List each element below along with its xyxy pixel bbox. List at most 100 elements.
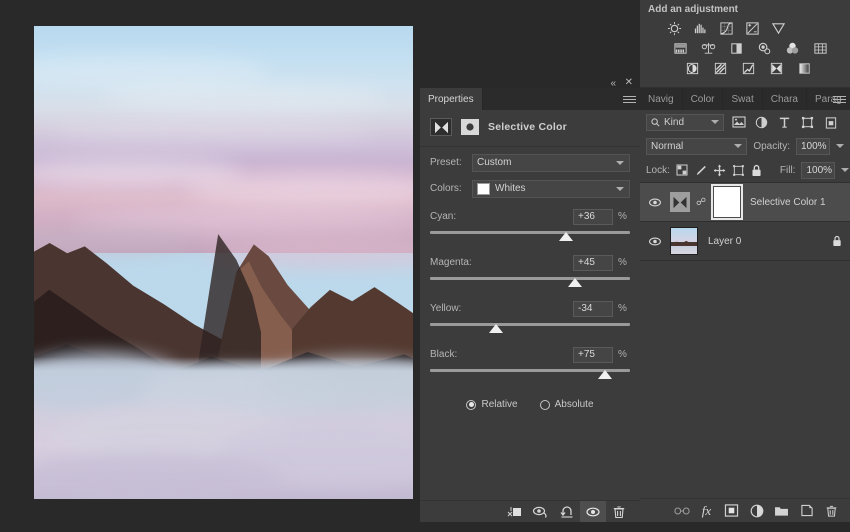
canvas-area[interactable] [0,0,420,532]
properties-top-gap [420,78,640,88]
new-layer-button[interactable] [794,499,819,523]
properties-panel: « ✕ Properties Selective Color Preset: C… [420,78,640,532]
add-layer-mask-button[interactable] [719,499,744,523]
panel-menu-icon[interactable] [623,94,636,104]
layers-bottom-gap [640,522,850,532]
slider-cyan-value[interactable]: +36 [573,208,613,225]
opacity-value[interactable]: 100% [796,137,830,155]
layer-mask-icon[interactable] [459,118,481,136]
color-lookup-icon[interactable] [812,40,829,57]
slider-cyan-thumb[interactable] [559,232,573,241]
slider-yellow-value[interactable]: -34 [573,300,613,317]
posterize-icon[interactable] [712,60,729,77]
table-row[interactable]: ☍ Selective Color 1 [640,183,850,221]
black-white-icon[interactable] [728,40,745,57]
tab-swatches[interactable]: Swat [723,88,763,110]
delete-layer-button[interactable] [819,499,844,523]
selective-color-layer-icon[interactable] [670,192,690,212]
panel-menu-icon[interactable] [833,94,846,104]
gradient-map-icon[interactable] [796,60,813,77]
fill-stepper-icon[interactable] [841,168,850,172]
colors-dropdown[interactable]: Whites [472,179,630,198]
filter-type-icon[interactable] [776,114,793,131]
slider-black-value[interactable]: +75 [573,346,613,363]
lock-position-icon[interactable] [713,162,726,179]
filter-pixel-icon[interactable] [730,114,747,131]
preset-dropdown[interactable]: Custom [472,153,630,172]
layer-mask-thumbnail[interactable] [711,184,743,220]
filter-row: Kind [640,110,850,134]
invert-icon[interactable] [684,60,701,77]
slider-magenta-thumb[interactable] [568,278,582,287]
slider-cyan-track-wrap[interactable] [430,229,630,245]
layer-row-divider [640,260,850,261]
filter-smart-object-icon[interactable] [822,114,839,131]
slider-yellow-head: Yellow: -34 % [430,300,630,317]
lock-artboard-icon[interactable] [732,162,745,179]
adjustments-row-3 [640,60,850,77]
preset-label: Preset: [430,157,462,168]
lock-transparent-pixels-icon[interactable] [676,162,688,179]
filter-adjustment-icon[interactable] [753,114,770,131]
method-radio-group: Relative Absolute [420,399,640,410]
brightness-contrast-icon[interactable] [666,20,683,37]
toggle-mask-view-button[interactable] [528,501,554,523]
slider-black-thumb[interactable] [598,370,612,379]
document-image[interactable] [34,26,413,499]
new-adjustment-layer-button[interactable] [744,499,769,523]
layer-visibility-icon[interactable] [646,236,664,247]
slider-black-label: Black: [430,349,458,360]
colors-label: Colors: [430,183,462,194]
blend-mode-dropdown[interactable]: Normal [646,137,748,155]
radio-absolute-dot [539,399,550,410]
tab-navigator[interactable]: Navig [640,88,683,110]
slider-black-track-wrap[interactable] [430,367,630,383]
radio-absolute[interactable]: Absolute [539,399,594,410]
filter-kind-dropdown[interactable]: Kind [646,113,724,131]
exposure-icon[interactable] [744,20,761,37]
layer-visibility-icon[interactable] [646,197,664,208]
hue-saturation-icon[interactable] [672,40,689,57]
link-layers-button[interactable] [669,499,694,523]
adjustments-row-2 [640,40,850,57]
table-row[interactable]: Layer 0 [640,222,850,260]
photo-filter-icon[interactable] [756,40,773,57]
vibrance-icon[interactable] [770,20,787,37]
lock-image-pixels-icon[interactable] [694,162,707,179]
chevron-down-icon [616,186,624,191]
slider-magenta-track-wrap[interactable] [430,275,630,291]
slider-yellow-track-wrap[interactable] [430,321,630,337]
color-balance-icon[interactable] [700,40,717,57]
lock-all-icon[interactable] [751,162,762,179]
filter-shape-icon[interactable] [799,114,816,131]
opacity-stepper-icon[interactable] [836,144,844,148]
layer-thumbnail[interactable] [670,227,698,255]
curves-icon[interactable] [718,20,735,37]
delete-adjustment-button[interactable] [606,501,632,523]
blend-row: Normal Opacity: 100% [640,134,850,158]
new-group-button[interactable] [769,499,794,523]
reset-button[interactable] [554,501,580,523]
slider-magenta-value[interactable]: +45 [573,254,613,271]
fill-value[interactable]: 100% [801,161,836,179]
selective-color-icon[interactable] [768,60,785,77]
radio-relative[interactable]: Relative [466,399,518,410]
slider-yellow: Yellow: -34 % [420,300,640,337]
toggle-visibility-button[interactable] [580,500,606,523]
radio-absolute-label: Absolute [554,399,594,410]
tab-character[interactable]: Chara [762,88,807,110]
layer-style-button[interactable]: fx [694,499,719,523]
adjustments-row-1 [640,20,850,37]
lock-label: Lock: [646,164,670,176]
header-divider [420,146,640,147]
channel-mixer-icon[interactable] [784,40,801,57]
tab-properties[interactable]: Properties [420,88,483,110]
link-mask-icon[interactable]: ☍ [696,197,706,208]
tab-color[interactable]: Color [682,88,724,110]
clip-to-layer-button[interactable] [502,501,528,523]
levels-icon[interactable] [692,20,709,37]
close-panel-button[interactable]: ✕ [625,78,633,88]
threshold-icon[interactable] [740,60,757,77]
slider-yellow-thumb[interactable] [489,324,503,333]
selective-color-icon[interactable] [430,118,452,136]
